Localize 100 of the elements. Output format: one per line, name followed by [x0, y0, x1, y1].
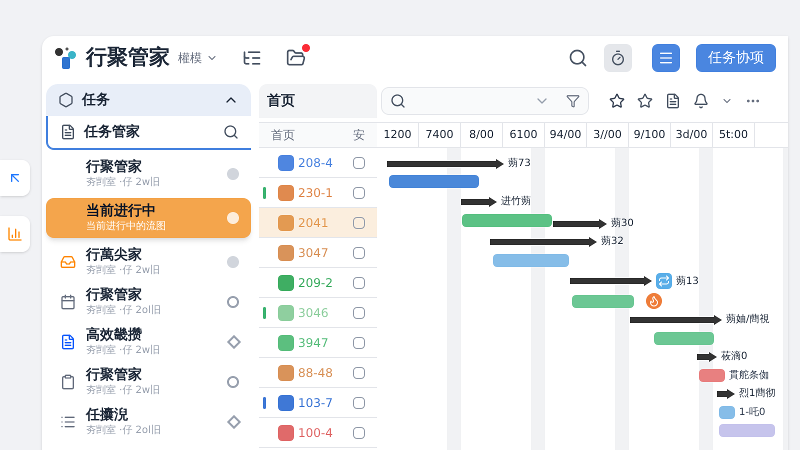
row-checkbox[interactable] [353, 396, 365, 408]
time-column-header: 5t:00 [713, 123, 755, 147]
bar-label: 莜滴0 [721, 350, 748, 364]
sidebar-item[interactable]: 行聚管家 夯剀室 ·仔 2w旧 [46, 362, 251, 402]
item-label: 任务管家 [84, 122, 141, 142]
task-bar[interactable] [572, 294, 634, 308]
bar-label: 貫舵条侞 [729, 368, 769, 383]
logo-icon [54, 46, 78, 70]
search-icon[interactable] [568, 48, 588, 68]
calendar-icon [60, 294, 76, 310]
task-code: 2041 [298, 214, 330, 230]
column-label: 安 [353, 127, 365, 143]
task-code: 209-2 [298, 274, 334, 290]
item-title: 行萬尖家 [86, 247, 143, 264]
star-icon[interactable] [609, 93, 625, 109]
item-subtitle: 夯剀室 ·仔 2w旧 [86, 176, 162, 189]
task-button[interactable]: 任务协项 [696, 44, 776, 72]
rail-button[interactable] [0, 216, 30, 252]
status-ring [227, 296, 239, 308]
menu-button[interactable] [652, 44, 680, 72]
menu-icon [658, 50, 674, 66]
row-checkbox[interactable] [353, 276, 365, 288]
row-checkbox[interactable] [353, 216, 365, 228]
bar-label: 蒴73 [508, 156, 531, 171]
row-checkbox[interactable] [353, 336, 365, 348]
row-checkbox[interactable] [353, 156, 365, 168]
bar-label: 蒴妯/蔄視 [726, 312, 770, 327]
time-column-header: 8/00 [461, 123, 503, 147]
time-column-header: 3//00 [587, 123, 629, 147]
row-checkbox[interactable] [353, 426, 365, 438]
bar-label: 蒴30 [611, 216, 634, 231]
bar-chart-icon [7, 226, 23, 242]
task-code: 3047 [298, 244, 330, 260]
bar-label: 蒴32 [601, 234, 624, 249]
bar-label: 进竹蒴 [501, 194, 531, 209]
time-column-header: 6100 [503, 123, 545, 147]
star-icon[interactable] [637, 93, 653, 109]
task-code: 103-7 [298, 394, 334, 410]
task-code: 100-4 [298, 424, 334, 440]
item-title: 行聚管家 [86, 367, 143, 384]
item-subtitle: 当前进行中的流图 [86, 220, 167, 233]
list-icon [60, 414, 76, 430]
item-subtitle: 夯剀室 ·仔 2w旧 [86, 344, 162, 357]
sidebar-item[interactable]: 行萬尖家 夯剀室 ·仔 2w旧 [46, 242, 251, 282]
bar-label: 蒴13 [676, 274, 699, 288]
sidebar-search-item[interactable]: 任务管家 [46, 116, 251, 150]
document-icon[interactable] [665, 93, 681, 109]
folder-icon [286, 48, 306, 68]
time-column-header: 94/00 [545, 123, 587, 147]
document-icon [60, 334, 76, 350]
hexagon-icon [58, 92, 74, 108]
rail-button[interactable] [0, 160, 30, 196]
bar-label: 烈1蔄彻 [739, 386, 776, 401]
item-subtitle: 夯剀室 ·仔 2ol旧 [86, 424, 162, 437]
time-column-header: 7400 [419, 123, 461, 147]
status-ring [227, 376, 239, 388]
search-icon [390, 93, 406, 109]
list-title: 首页 [267, 92, 295, 111]
column-label: 首页 [271, 127, 296, 143]
bell-icon[interactable] [693, 93, 709, 109]
task-code: 230-1 [298, 184, 334, 200]
task-code: 3046 [298, 304, 330, 320]
workspace-dropdown[interactable]: 權模 [178, 50, 218, 66]
timer-icon [610, 50, 626, 66]
row-checkbox[interactable] [353, 306, 365, 318]
bar-label: 1-吒0 [739, 406, 766, 420]
section-header[interactable]: 任务 [46, 84, 251, 116]
task-bar[interactable] [719, 406, 735, 419]
item-subtitle: 夯剀室 ·仔 2w旧 [86, 264, 162, 277]
item-title: 当前进行中 [86, 203, 157, 220]
task-code: 88-48 [298, 364, 334, 380]
task-bar[interactable] [699, 369, 725, 382]
row-checkbox[interactable] [353, 186, 365, 198]
item-title: 任攮淣 [86, 407, 129, 424]
app-title: 行聚管家 [86, 44, 170, 72]
task-code: 208-4 [298, 154, 334, 170]
row-checkbox[interactable] [353, 246, 365, 258]
filter-icon [566, 94, 580, 108]
item-subtitle: 夯剀室 ·仔 2ol旧 [86, 304, 162, 317]
timer-button[interactable] [604, 44, 632, 72]
item-title: 行聚管家 [86, 159, 143, 176]
document-icon [60, 124, 76, 140]
search-field[interactable] [381, 87, 589, 115]
time-column-header: 3d/00 [671, 123, 713, 147]
sidebar-item[interactable]: 行聚管家 夯剀室 ·仔 2ol旧 [46, 282, 251, 322]
item-title: 行聚管家 [86, 287, 143, 304]
item-subtitle: 夯剀室 ·仔 2w旧 [86, 384, 162, 397]
sidebar-item[interactable]: 高效畿攒 夯剀室 ·仔 2w旧 [46, 322, 251, 362]
sidebar-item[interactable]: 当前进行中 当前进行中的流图 [46, 198, 251, 238]
clipboard-icon [60, 374, 76, 390]
tray-icon [60, 254, 76, 270]
section-label: 任务 [82, 91, 111, 110]
row-checkbox[interactable] [353, 366, 365, 378]
time-column-header: 1200 [377, 123, 419, 147]
sidebar-item[interactable]: 任攮淣 夯剀室 ·仔 2ol旧 [46, 402, 251, 442]
task-code: 3947 [298, 334, 330, 350]
sidebar-item[interactable]: 行聚管家 夯剀室 ·仔 2w旧 [46, 154, 251, 194]
item-title: 高效畿攒 [86, 327, 143, 344]
time-column-header: 9/100 [629, 123, 671, 147]
search-icon [223, 124, 239, 140]
